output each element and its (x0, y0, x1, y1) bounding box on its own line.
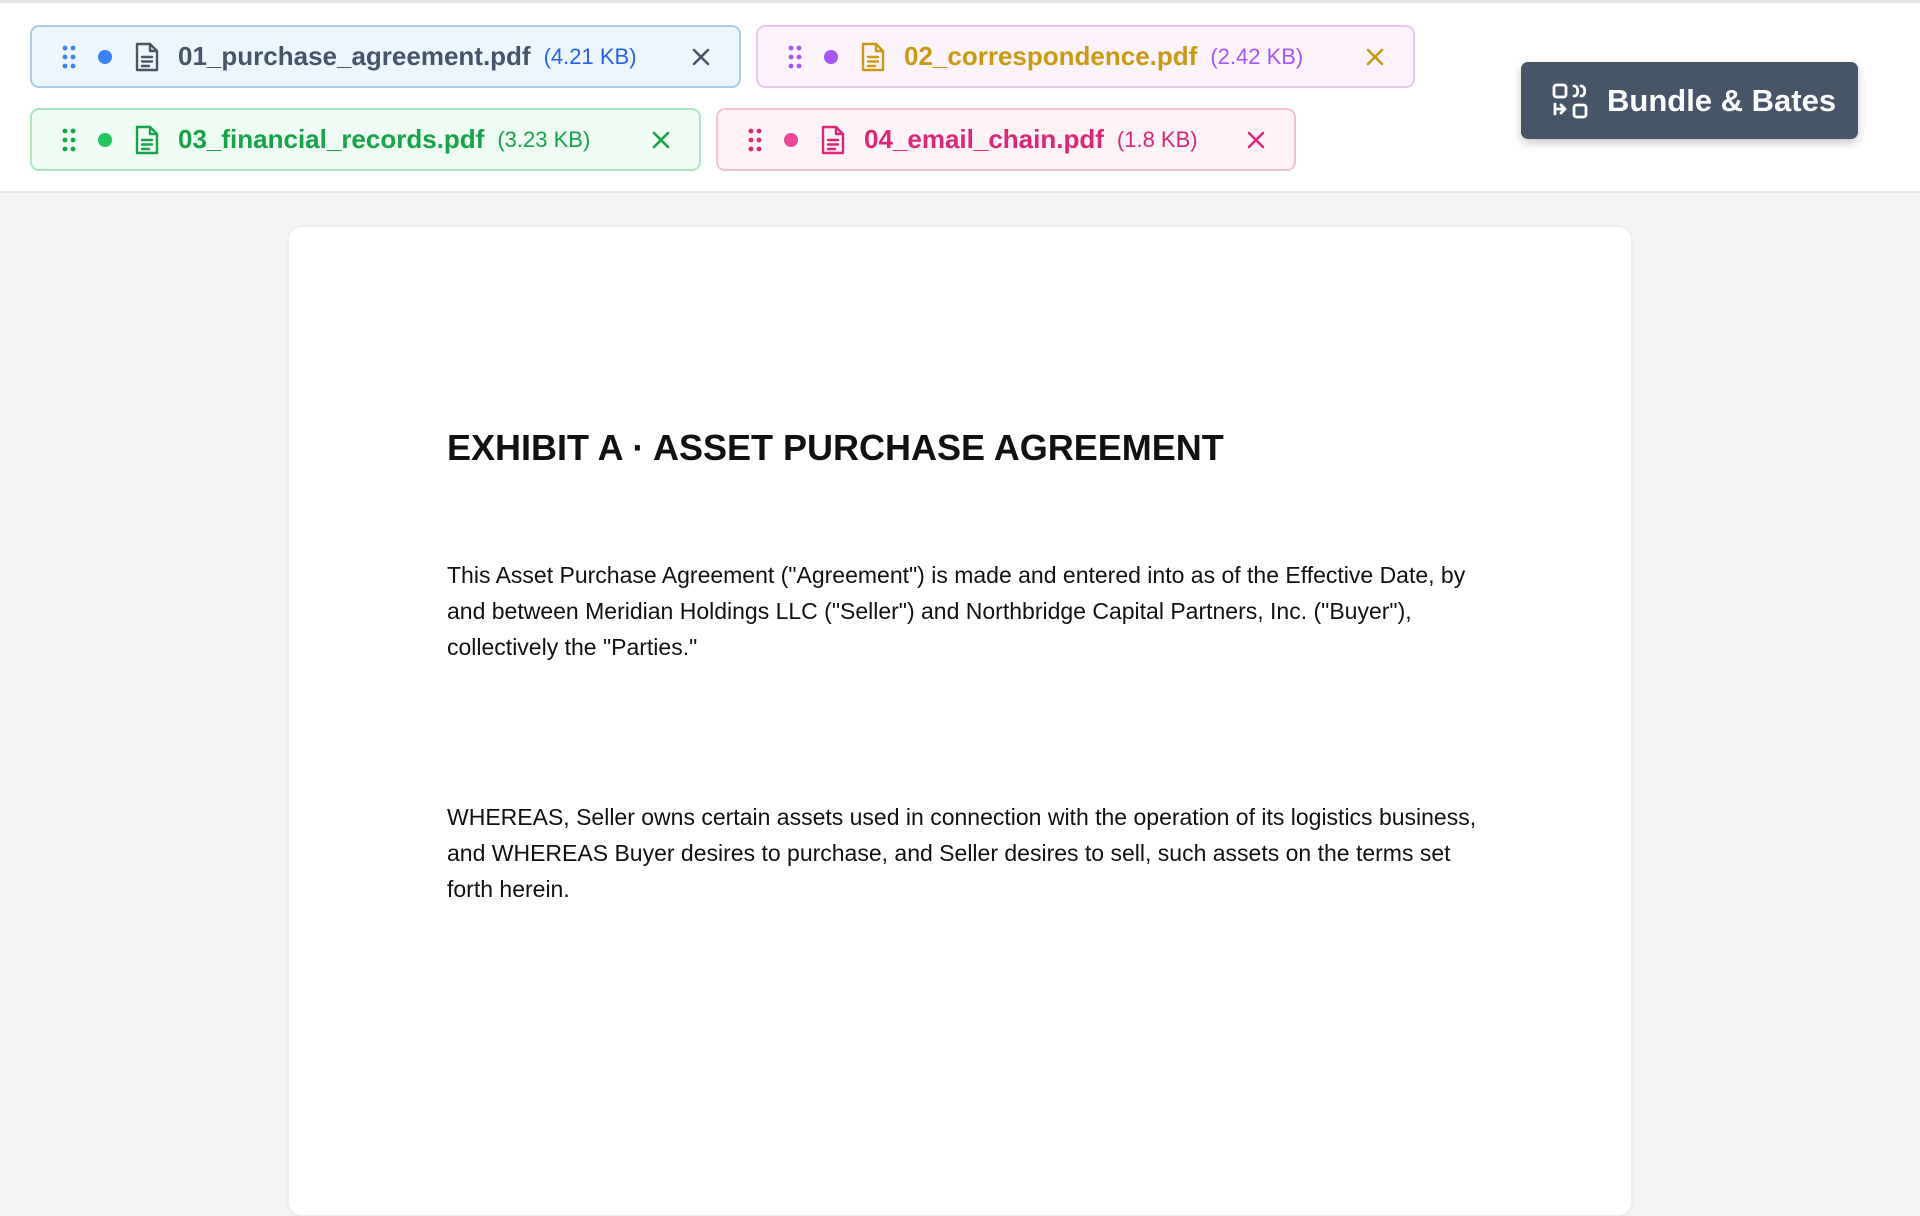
bundle-icon (1551, 82, 1589, 120)
drag-handle-icon[interactable] (788, 45, 802, 69)
close-icon[interactable] (650, 129, 672, 151)
file-name: 04_email_chain.pdf (864, 124, 1104, 154)
file-size: (3.23 KB) (497, 126, 591, 152)
document-page: EXHIBIT A · ASSET PURCHASE AGREEMENT Thi… (288, 226, 1632, 1216)
file-size: (4.21 KB) (543, 43, 637, 69)
document-icon (820, 125, 846, 155)
file-size: (2.42 KB) (1210, 43, 1304, 69)
file-tab-financial-records[interactable]: 03_financial_records.pdf (3.23 KB) (30, 108, 701, 171)
bundle-bates-button[interactable]: Bundle & Bates (1521, 62, 1858, 139)
document-icon (134, 125, 160, 155)
close-icon[interactable] (1364, 46, 1386, 68)
file-tab-correspondence[interactable]: 02_correspondence.pdf (2.42 KB) (756, 25, 1415, 88)
document-icon (134, 42, 160, 72)
file-tab-purchase-agreement[interactable]: 01_purchase_agreement.pdf (4.21 KB) (30, 25, 741, 88)
bundle-bates-label: Bundle & Bates (1607, 82, 1837, 118)
drag-handle-icon[interactable] (62, 45, 76, 69)
document-paragraph-1: This Asset Purchase Agreement ("Agreemen… (447, 562, 1466, 660)
file-size: (1.8 KB) (1116, 126, 1198, 152)
close-icon[interactable] (1245, 129, 1267, 151)
file-name: 02_correspondence.pdf (904, 41, 1198, 71)
file-tabs-bar: 01_purchase_agreement.pdf (4.21 KB) 02_c… (0, 0, 1920, 193)
file-tab-email-chain[interactable]: 04_email_chain.pdf (1.8 KB) (716, 108, 1296, 171)
document-title: EXHIBIT A · ASSET PURCHASE AGREEMENT (447, 427, 1224, 468)
close-icon[interactable] (690, 46, 712, 68)
status-dot (784, 132, 798, 147)
drag-handle-icon[interactable] (62, 128, 76, 152)
document-icon (860, 42, 886, 72)
file-name: 01_purchase_agreement.pdf (178, 41, 531, 71)
status-dot (98, 49, 112, 64)
status-dot (98, 132, 112, 147)
document-paragraph-2: WHEREAS, Seller owns certain assets used… (447, 804, 1477, 902)
file-name: 03_financial_records.pdf (178, 124, 485, 154)
drag-handle-icon[interactable] (748, 128, 762, 152)
status-dot (824, 49, 838, 64)
